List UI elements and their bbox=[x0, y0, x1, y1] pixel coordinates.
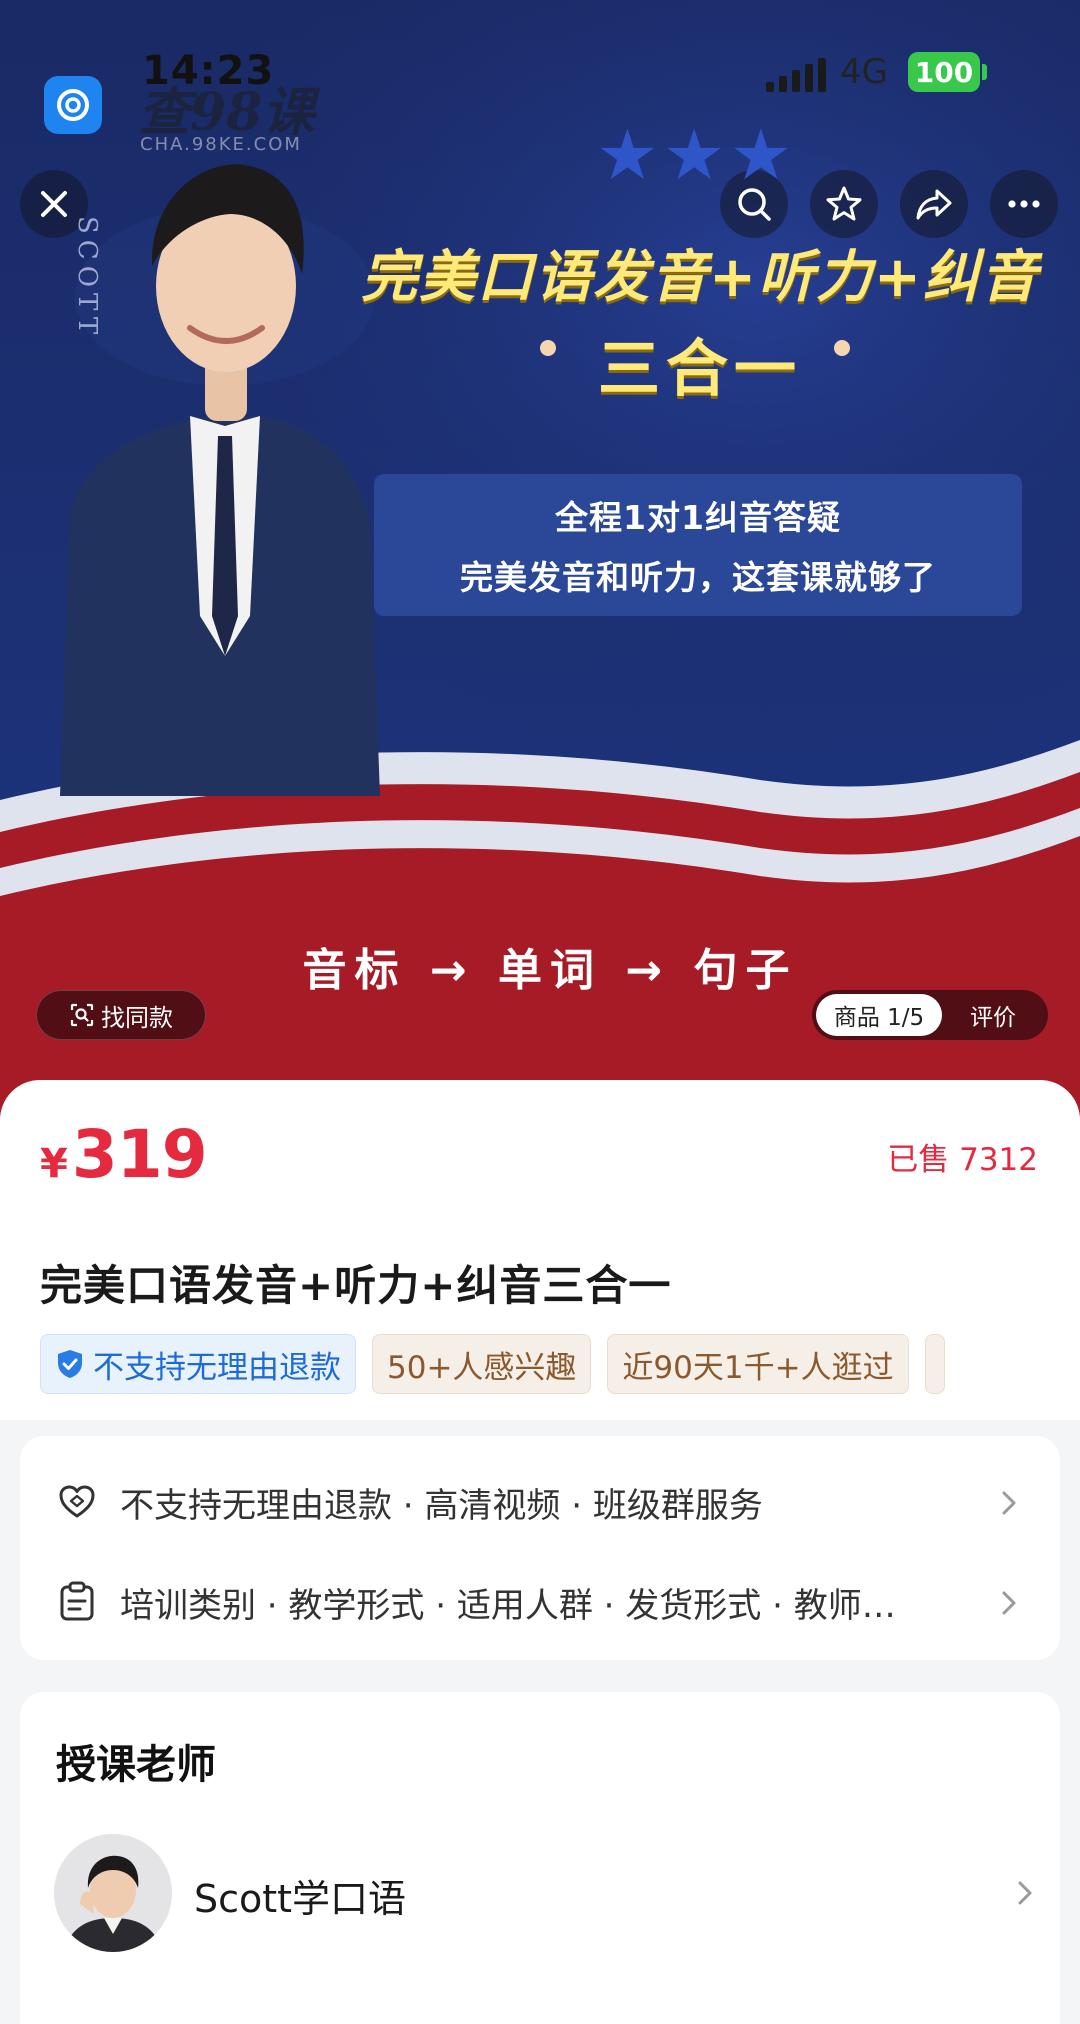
find-same-button[interactable]: 找同款 bbox=[36, 990, 206, 1040]
banner-promo-box: 全程1对1纠音答疑 完美发音和听力，这套课就够了 bbox=[374, 474, 1022, 616]
price-value: 319 bbox=[71, 1116, 208, 1193]
avatar[interactable] bbox=[54, 1834, 172, 1952]
clipboard-icon bbox=[56, 1581, 98, 1623]
teacher-heading: 授课老师 bbox=[56, 1742, 216, 1788]
app-logo-icon bbox=[44, 76, 102, 134]
chevron-right-icon[interactable] bbox=[1014, 1878, 1036, 1908]
battery-icon: 100 bbox=[908, 52, 980, 92]
sold-count: 已售 7312 bbox=[887, 1142, 1038, 1178]
banner-dot-right bbox=[834, 340, 850, 356]
tag-overflow bbox=[924, 1334, 945, 1394]
tab-product[interactable]: 商品 1/5 bbox=[816, 994, 942, 1036]
banner-slogan: 音标 → 单词 → 句子 bbox=[302, 945, 798, 996]
product-title: 完美口语发音+听力+纠音三合一 bbox=[40, 1261, 672, 1310]
params-row[interactable]: 培训类别 · 教学形式 · 适用人群 · 发货形式 · 教师… bbox=[56, 1572, 1036, 1632]
share-button[interactable] bbox=[900, 170, 968, 238]
tag-visits: 近90天1千+人逛过 bbox=[607, 1334, 909, 1394]
favorite-button[interactable] bbox=[810, 170, 878, 238]
banner-headline-line1: 完美口语发音+听力+纠音 bbox=[361, 245, 1039, 310]
service-row[interactable]: 不支持无理由退款 · 高清视频 · 班级群服务 bbox=[56, 1472, 1036, 1532]
heart-shield-icon bbox=[56, 1481, 98, 1523]
battery-tip bbox=[982, 64, 987, 80]
tag-label: 不支持无理由退款 bbox=[93, 1349, 341, 1386]
signal-icon bbox=[766, 56, 826, 92]
teacher-name[interactable]: Scott学口语 bbox=[194, 1868, 406, 1923]
chevron-right-icon bbox=[1002, 1591, 1016, 1615]
price: ¥ 319 bbox=[40, 1116, 208, 1193]
banner-promo-line2: 完美发音和听力，这套课就够了 bbox=[460, 558, 936, 597]
params-row-text: 培训类别 · 教学形式 · 适用人群 · 发货形式 · 教师… bbox=[120, 1585, 896, 1626]
teacher-photo bbox=[60, 164, 380, 796]
service-row-text: 不支持无理由退款 · 高清视频 · 班级群服务 bbox=[120, 1485, 763, 1526]
service-info-card: 不支持无理由退款 · 高清视频 · 班级群服务 培训类别 · 教学形式 · 适用… bbox=[20, 1436, 1060, 1660]
currency-symbol: ¥ bbox=[40, 1141, 68, 1187]
banner-headline-line2: 三合一 bbox=[597, 332, 802, 405]
watermark-url: CHA.98KE.COM bbox=[140, 134, 302, 155]
find-same-label: 找同款 bbox=[101, 1003, 173, 1032]
product-image-carousel[interactable]: 14:23 查98课 CHA.98KE.COM 4G 100 ★★★ SCOTT… bbox=[0, 0, 1080, 1130]
network-type: 4G bbox=[840, 52, 888, 92]
product-tags: 不支持无理由退款 50+人感兴趣 近90天1千+人逛过 bbox=[40, 1334, 945, 1394]
more-button[interactable] bbox=[990, 170, 1058, 238]
tab-review[interactable]: 评价 bbox=[942, 998, 1044, 1032]
tag-refund-policy[interactable]: 不支持无理由退款 bbox=[40, 1334, 356, 1394]
banner-brand-vertical: SCOTT bbox=[72, 216, 102, 341]
status-bar: 14:23 查98课 CHA.98KE.COM 4G 100 bbox=[0, 0, 1080, 155]
tag-interest: 50+人感兴趣 bbox=[372, 1334, 592, 1394]
media-tab-switch: 商品 1/5 评价 bbox=[812, 990, 1048, 1040]
banner-stars: ★★★ bbox=[596, 114, 797, 196]
star-icon bbox=[826, 186, 862, 221]
scan-search-icon bbox=[70, 1003, 94, 1027]
more-icon bbox=[1008, 200, 1040, 208]
price-section: ¥ 319 已售 7312 完美口语发音+听力+纠音三合一 不支持无理由退款 5… bbox=[0, 1080, 1080, 1420]
close-icon bbox=[41, 191, 67, 217]
banner-promo-line1: 全程1对1纠音答疑 bbox=[555, 498, 841, 537]
shield-check-icon bbox=[58, 1350, 82, 1378]
chevron-right-icon bbox=[1002, 1491, 1016, 1515]
product-detail-sheet: ¥ 319 已售 7312 完美口语发音+听力+纠音三合一 不支持无理由退款 5… bbox=[0, 1080, 1080, 2024]
teacher-card: 授课老师 Scott学口语 bbox=[20, 1692, 1060, 2024]
share-icon bbox=[916, 189, 952, 220]
